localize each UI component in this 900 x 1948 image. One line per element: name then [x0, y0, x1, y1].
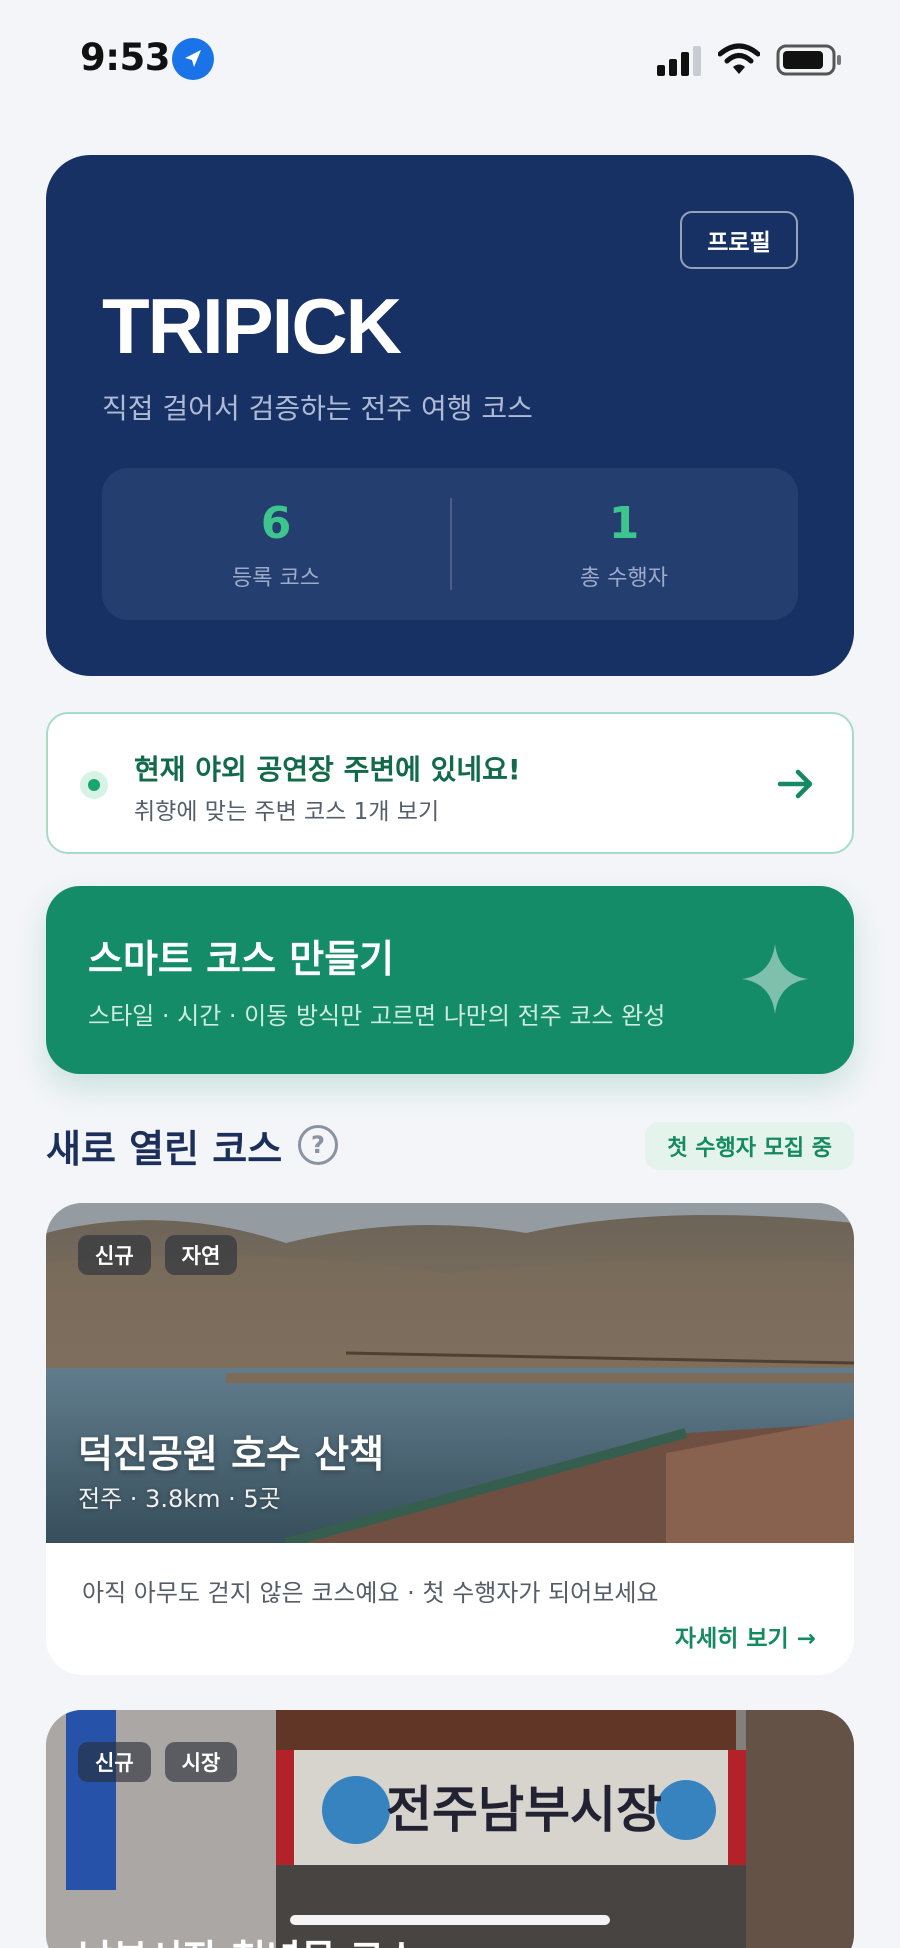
sparkle-icon	[742, 944, 808, 1014]
profile-button[interactable]: 프로필	[680, 211, 798, 269]
stat-value: 1	[608, 498, 640, 549]
hero-card: 프로필 TRIPICK 직접 걸어서 검증하는 전주 여행 코스 6 등록 코스…	[46, 155, 854, 676]
tag-new: 신규	[78, 1235, 151, 1275]
smart-course-button[interactable]: 스마트 코스 만들기 스타일 · 시간 · 이동 방식만 고르면 나만의 전주 …	[46, 886, 854, 1074]
brand-title: TRIPICK	[102, 282, 402, 370]
wifi-icon	[718, 43, 760, 74]
location-dot-icon	[80, 771, 108, 799]
stat-label: 등록 코스	[232, 566, 320, 591]
view-details-link[interactable]: 자세히 보기 →	[675, 1619, 816, 1653]
stat-value: 6	[260, 498, 292, 549]
stat-courses: 6 등록 코스	[102, 468, 450, 620]
smart-course-title: 스마트 코스 만들기	[88, 937, 395, 981]
location-arrow-icon	[172, 38, 214, 80]
stats-panel: 6 등록 코스 1 총 수행자	[102, 468, 798, 620]
tag-category: 자연	[164, 1235, 238, 1275]
status-bar: 9:53	[0, 0, 900, 120]
signal-icon	[657, 46, 701, 76]
battery-icon	[776, 44, 841, 76]
nearby-subtitle: 취향에 맞는 주변 코스 1개 보기	[134, 799, 440, 825]
market-sign-text: 전주남부시장	[386, 1780, 662, 1839]
nearby-location-banner[interactable]: 현재 야외 공연장 주변에 있네요! 취향에 맞는 주변 코스 1개 보기	[46, 712, 854, 854]
course-name: 덕진공원 호수 산책	[78, 1432, 385, 1476]
home-indicator	[290, 1915, 610, 1925]
course-card[interactable]: 신규 자연 덕진공원 호수 산책 전주 · 3.8km · 5곳 아직 아무도 …	[46, 1203, 854, 1675]
recruiting-badge: 첫 수행자 모집 중	[645, 1122, 854, 1170]
course-meta: 전주 · 3.8km · 5곳	[78, 1485, 281, 1513]
stat-label: 총 수행자	[580, 566, 668, 591]
section-title: 새로 열린 코스	[46, 1127, 283, 1171]
course-description: 아직 아무도 걷지 않은 코스예요 · 첫 수행자가 되어보세요	[82, 1579, 659, 1607]
stat-participants: 1 총 수행자	[450, 468, 798, 620]
brand-subtitle: 직접 걸어서 검증하는 전주 여행 코스	[102, 392, 533, 425]
course-tags: 신규 시장	[78, 1742, 238, 1782]
tag-category: 시장	[164, 1742, 238, 1782]
course-name: 남부시장 청년몰 코스	[78, 1928, 419, 1948]
course-card[interactable]: 신규 시장 전주남부시장 남부시장 청년몰 코스	[46, 1710, 854, 1948]
smart-course-subtitle: 스타일 · 시간 · 이동 방식만 고르면 나만의 전주 코스 완성	[88, 1002, 666, 1030]
help-icon[interactable]: ?	[298, 1125, 338, 1165]
course-tags: 신규 자연	[78, 1235, 238, 1275]
arrow-right-icon	[777, 769, 813, 799]
tag-new: 신규	[78, 1742, 151, 1782]
status-time: 9:53	[80, 36, 171, 79]
nearby-title: 현재 야외 공연장 주변에 있네요!	[134, 753, 521, 786]
